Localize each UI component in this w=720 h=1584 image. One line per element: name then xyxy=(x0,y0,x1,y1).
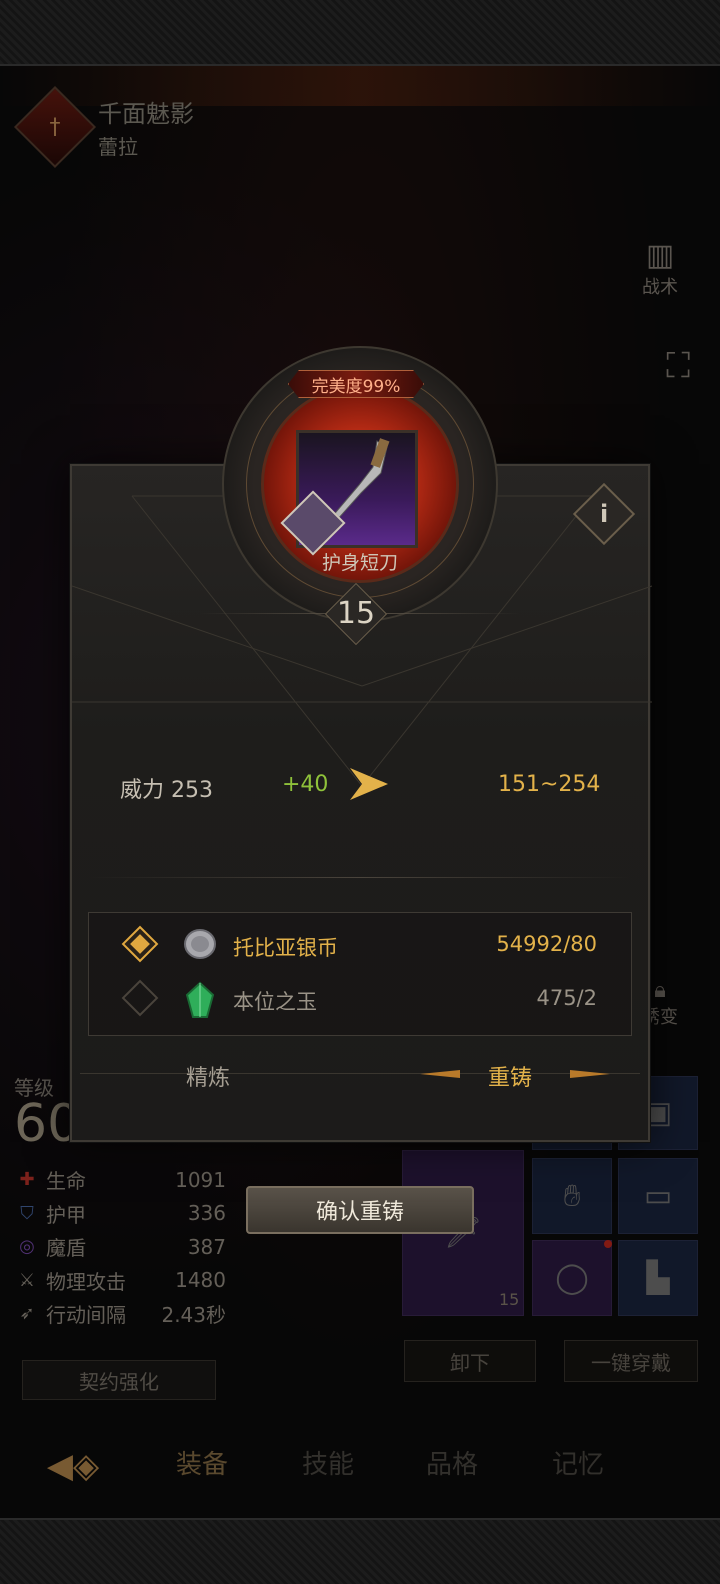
bottom-frame xyxy=(0,1518,720,1584)
cost-name: 托比亚银币 xyxy=(233,936,338,960)
arrow-right-icon xyxy=(348,766,392,806)
item-level: 15 xyxy=(336,596,376,631)
info-icon: i xyxy=(599,499,609,528)
tab-recast[interactable]: 重铸 xyxy=(488,1060,532,1092)
cost-qty: 54992/80 xyxy=(496,932,597,956)
cost-qty: 475/2 xyxy=(536,986,597,1010)
checkbox-unselected[interactable] xyxy=(121,979,159,1017)
top-frame xyxy=(0,0,720,66)
green-gem-icon xyxy=(183,981,217,1023)
cost-name: 本位之玉 xyxy=(233,990,317,1014)
confirm-recast-button[interactable]: 确认重铸 xyxy=(246,1186,474,1234)
cost-row-jade[interactable]: 本位之玉 475/2 xyxy=(89,971,633,1025)
attribute-bonus: +40 xyxy=(282,772,329,797)
cost-row-silver[interactable]: 托比亚银币 54992/80 xyxy=(89,917,633,971)
tab-refine[interactable]: 精炼 xyxy=(186,1060,230,1092)
silver-coin-icon xyxy=(183,927,217,965)
checkbox-selected[interactable] xyxy=(121,925,159,963)
item-name: 护身短刀 xyxy=(321,552,398,574)
perfection-badge: 完美度99% xyxy=(288,370,424,398)
cost-panel: 托比亚银币 54992/80 本位之玉 475/2 xyxy=(88,912,632,1036)
attribute-range: 151~254 xyxy=(498,772,601,797)
attribute-current: 威力 253 xyxy=(120,778,213,803)
